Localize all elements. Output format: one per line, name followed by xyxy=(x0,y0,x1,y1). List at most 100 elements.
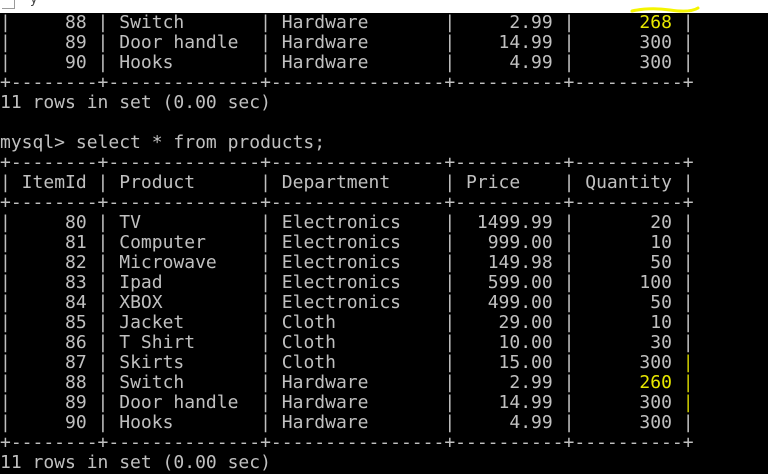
table-cell: 50 xyxy=(574,252,683,273)
table-cell: 499.00 xyxy=(455,292,564,313)
table-cell: 100 xyxy=(574,272,683,293)
table-cell: 2.99 xyxy=(455,372,564,393)
table-cell: Skirts xyxy=(108,352,261,373)
table-cell: 90 xyxy=(10,52,98,73)
table-row: | 85 | Jacket | Cloth | 29.00 | 10 | xyxy=(0,312,694,333)
table-cell: 300 xyxy=(574,52,683,73)
table-cell: 88 xyxy=(10,12,98,33)
column-header: Quantity xyxy=(574,172,683,193)
table-row: | 90 | Hooks | Hardware | 4.99 | 300 | xyxy=(0,52,694,73)
table-row: | 90 | Hooks | Hardware | 4.99 | 300 | xyxy=(0,412,694,433)
table-cell: 80 xyxy=(10,212,98,233)
table-cell: Cloth xyxy=(270,352,445,373)
window-icon xyxy=(2,0,15,9)
table-cell: 599.00 xyxy=(455,272,564,293)
table-cell: Hardware xyxy=(270,412,445,433)
table-cell: 300 xyxy=(574,32,683,53)
table-cell: Hardware xyxy=(270,372,445,393)
table-cell: Hardware xyxy=(270,392,445,413)
table-cell: Jacket xyxy=(108,312,261,333)
table-cell: 86 xyxy=(10,332,98,353)
table-cell: Cloth xyxy=(270,312,445,333)
table-cell: 20 xyxy=(574,212,683,233)
table-cell: 81 xyxy=(10,232,98,253)
table-cell: Microwave xyxy=(108,252,261,273)
table-cell: Ipad xyxy=(108,272,261,293)
table-cell: Electronics xyxy=(270,232,445,253)
table-cell: 1499.99 xyxy=(455,212,564,233)
table-cell: Electronics xyxy=(270,252,445,273)
table-cell: Hooks xyxy=(108,52,261,73)
table-cell: 10 xyxy=(574,232,683,253)
table-row: | 81 | Computer | Electronics | 999.00 |… xyxy=(0,232,694,253)
table-cell: 14.99 xyxy=(455,32,564,53)
table-cell: XBOX xyxy=(108,292,261,313)
table-row: | 86 | T Shirt | Cloth | 10.00 | 30 | xyxy=(0,332,694,353)
table-row: | 89 | Door handle | Hardware | 14.99 | … xyxy=(0,392,694,413)
table-cell: Electronics xyxy=(270,212,445,233)
table-cell: 268 xyxy=(574,12,672,33)
table-cell: Hardware xyxy=(270,32,445,53)
table-cell: Hooks xyxy=(108,412,261,433)
table-row: | 83 | Ipad | Electronics | 599.00 | 100… xyxy=(0,272,694,293)
table-cell: Cloth xyxy=(270,332,445,353)
command-line: mysql> select * from products; xyxy=(0,133,694,153)
table-cell: 10.00 xyxy=(455,332,564,353)
window-title: y xyxy=(30,0,39,7)
table-cell: 82 xyxy=(10,252,98,273)
column-header: Price xyxy=(455,172,564,193)
table-row: | 84 | XBOX | Electronics | 499.00 | 50 … xyxy=(0,292,694,313)
table-separator: +--------+--------------+---------------… xyxy=(0,152,694,173)
table-cell: 87 xyxy=(10,352,98,373)
table-cell: 88 xyxy=(10,372,98,393)
table-cell: 260 xyxy=(574,372,672,393)
table-cell: Hardware xyxy=(270,52,445,73)
column-header: ItemId xyxy=(10,172,98,193)
column-header: Product xyxy=(108,172,261,193)
table-row: | 88 | Switch | Hardware | 2.99 | 260 | xyxy=(0,372,694,393)
table-cell: 29.00 xyxy=(455,312,564,333)
table-cell: 30 xyxy=(574,332,683,353)
table-cell: Hardware xyxy=(270,12,445,33)
table-row: | 80 | TV | Electronics | 1499.99 | 20 | xyxy=(0,212,694,233)
result-summary: 11 rows in set (0.00 sec) xyxy=(0,452,271,473)
table-cell: 85 xyxy=(10,312,98,333)
table-cell: 15.00 xyxy=(455,352,564,373)
table-cell: Computer xyxy=(108,232,261,253)
table-row: | 87 | Skirts | Cloth | 15.00 | 300 | xyxy=(0,352,694,373)
table-cell: Door handle xyxy=(108,392,261,413)
table-cell: 149.98 xyxy=(455,252,564,273)
table-cell: T Shirt xyxy=(108,332,261,353)
table-cell: 89 xyxy=(10,392,98,413)
table-cell: 4.99 xyxy=(455,412,564,433)
table-cell: 83 xyxy=(10,272,98,293)
table-cell: 89 xyxy=(10,32,98,53)
table-cell: 84 xyxy=(10,292,98,313)
table-separator: +--------+--------------+---------------… xyxy=(0,432,694,453)
table-cell: 10 xyxy=(574,312,683,333)
table-cell: 14.99 xyxy=(455,392,564,413)
table-cell: 2.99 xyxy=(455,12,564,33)
table-separator: +--------+--------------+---------------… xyxy=(0,72,694,93)
terminal-output[interactable]: | 88 | Switch | Hardware | 2.99 | 268 | |… xyxy=(0,13,694,473)
table-cell: Electronics xyxy=(270,292,445,313)
table-cell: 300 xyxy=(574,412,683,433)
table-row: | 82 | Microwave | Electronics | 149.98 … xyxy=(0,252,694,273)
table-cell: TV xyxy=(108,212,261,233)
table-header: | ItemId | Product | Department | Price … xyxy=(0,172,694,193)
command-text: select * from products; xyxy=(75,132,326,153)
table-cell: 90 xyxy=(10,412,98,433)
column-header: Department xyxy=(270,172,445,193)
prompt: mysql> xyxy=(0,132,76,153)
table-cell: 999.00 xyxy=(455,232,564,253)
table-row: | 89 | Door handle | Hardware | 14.99 | … xyxy=(0,32,694,53)
table-cell: 300 xyxy=(574,392,683,413)
table-cell: 300 xyxy=(574,352,683,373)
table-cell: Switch xyxy=(108,372,261,393)
result-summary: 11 rows in set (0.00 sec) xyxy=(0,92,271,113)
table-separator: +--------+--------------+---------------… xyxy=(0,192,694,213)
table-cell: Door handle xyxy=(108,32,261,53)
table-cell: Electronics xyxy=(270,272,445,293)
table-cell: Switch xyxy=(108,12,261,33)
